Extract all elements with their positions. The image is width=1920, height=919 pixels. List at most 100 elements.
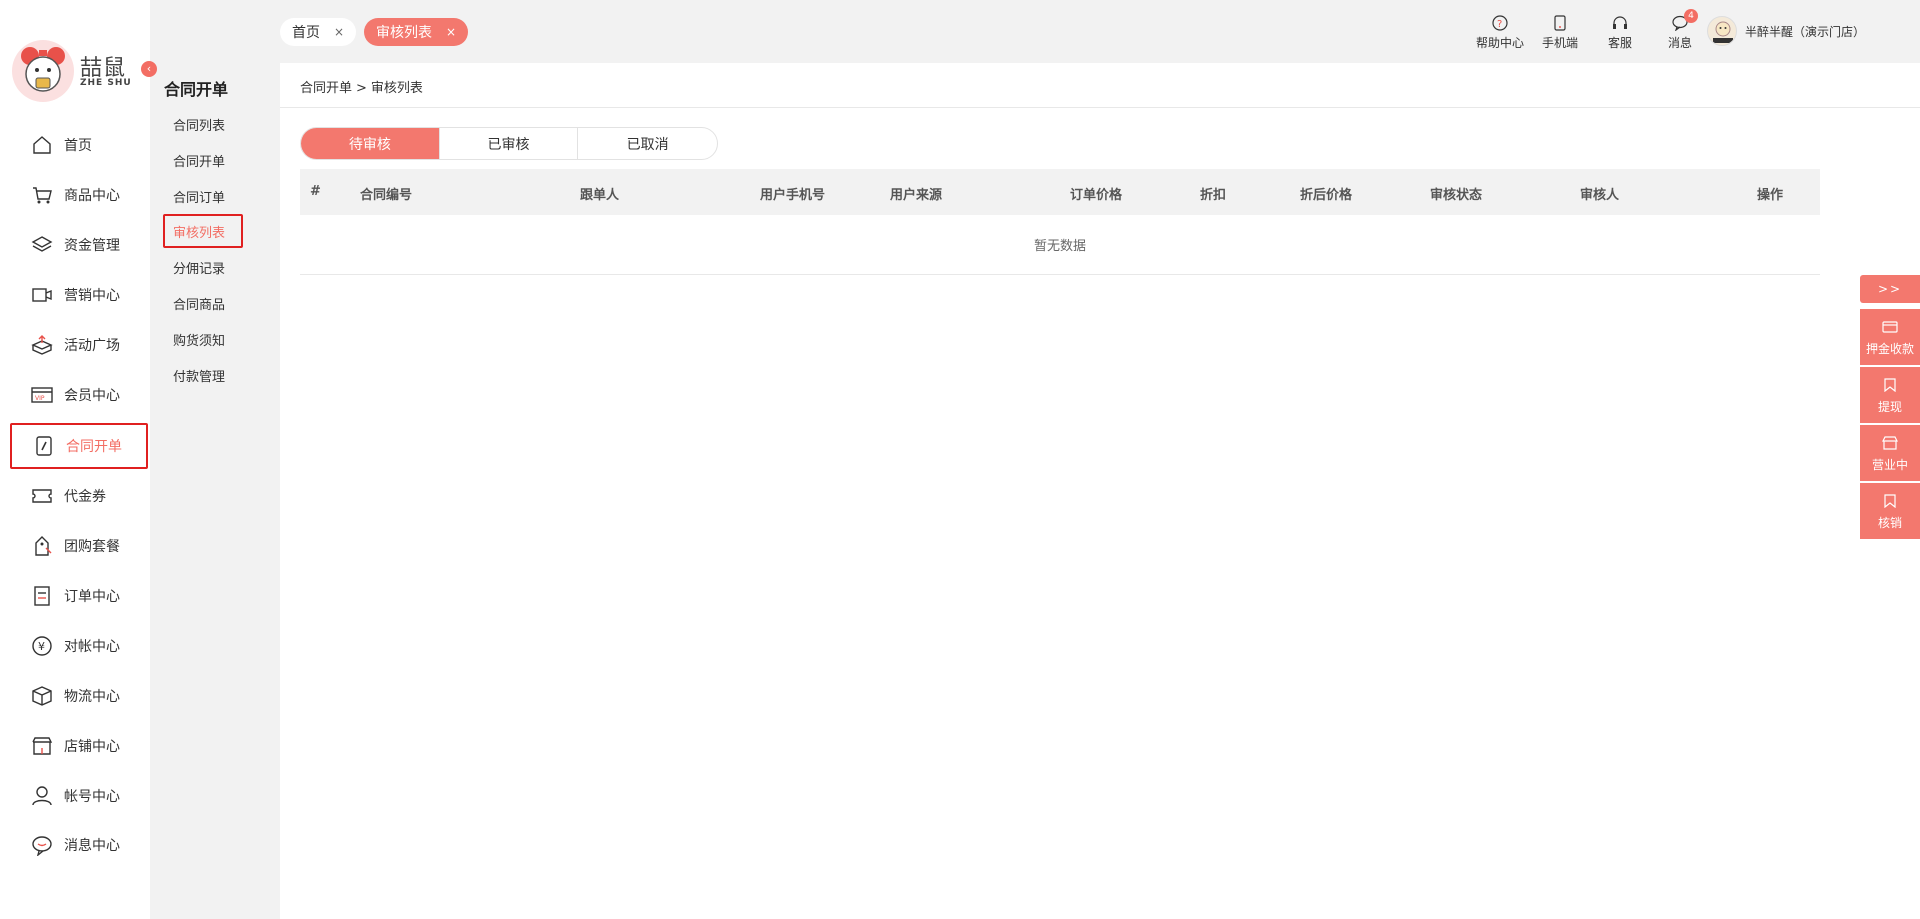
help-center-button[interactable]: ? 帮助中心: [1472, 12, 1528, 51]
sidebar-item-label: 合同开单: [66, 439, 122, 455]
subnav-item-audit-list[interactable]: 审核列表: [163, 214, 243, 248]
mouse-mascot-icon: [12, 40, 74, 102]
subnav-item-contract-list[interactable]: 合同列表: [163, 107, 243, 141]
breadcrumb: 合同开单 > 审核列表: [300, 77, 423, 96]
sidebar-item-reconciliation[interactable]: ¥ 对帐中心: [10, 623, 148, 669]
headset-icon: [1612, 12, 1628, 34]
sidebar-item-label: 店铺中心: [64, 739, 120, 755]
status-tab-group: 待审核 已审核 已取消: [300, 127, 718, 160]
user-icon: [30, 784, 54, 808]
sidebar-item-label: 代金券: [64, 489, 106, 505]
deposit-collect-button[interactable]: 押金收款: [1860, 309, 1920, 367]
sidebar-item-marketing[interactable]: 营销中心: [10, 272, 148, 318]
sidebar-item-label: 订单中心: [64, 589, 120, 605]
sidebar-item-members[interactable]: VIP 会员中心: [10, 372, 148, 418]
sidebar-item-logistics[interactable]: 物流中心: [10, 673, 148, 719]
column-header: 操作: [1757, 188, 1784, 203]
secondary-sidebar: 合同开单 合同列表 合同开单 合同订单 审核列表 分佣记录 合同商品 购货须知 …: [150, 0, 280, 919]
tab-label: 审核列表: [376, 25, 432, 41]
breadcrumb-separator: >: [356, 81, 367, 96]
column-header: 审核状态: [1430, 188, 1483, 203]
tab-pending[interactable]: 待审核: [301, 128, 440, 159]
subnav-item-contract-goods[interactable]: 合同商品: [163, 286, 243, 320]
svg-text:VIP: VIP: [35, 395, 45, 402]
sidebar-item-home[interactable]: 首页: [10, 122, 148, 168]
audit-table: # 合同编号 跟单人 用户手机号 用户来源 订单价格 折扣 折后价格 审核状态 …: [300, 169, 1820, 275]
sidebar-item-label: 物流中心: [64, 689, 120, 705]
sidebar-item-activities[interactable]: 活动广场: [10, 322, 148, 368]
sidebar-item-group-buy[interactable]: 团购套餐: [10, 523, 148, 569]
tab-home[interactable]: 首页 ×: [280, 18, 357, 46]
tab-approved[interactable]: 已审核: [440, 128, 579, 159]
chevron-left-icon[interactable]: ‹: [141, 61, 157, 77]
card-icon: [1882, 318, 1898, 336]
sidebar-item-label: 活动广场: [64, 338, 120, 354]
user-name: 半醉半醒（演示门店）: [1745, 24, 1866, 39]
marketing-icon: [30, 283, 54, 307]
sidebar-item-label: 首页: [64, 138, 92, 154]
sidebar-item-label: 团购套餐: [64, 539, 120, 555]
column-header: #: [310, 184, 321, 199]
floating-quick-panel: >> 押金收款 提现 营业中 核销: [1860, 275, 1920, 541]
tab-cancelled[interactable]: 已取消: [578, 128, 717, 159]
box-arrow-icon: [30, 333, 54, 357]
bookmark-icon: [1883, 376, 1897, 394]
sidebar-item-label: 对帐中心: [64, 639, 120, 655]
verify-button[interactable]: 核销: [1860, 483, 1920, 541]
mobile-icon: [1553, 12, 1567, 34]
breadcrumb-parent[interactable]: 合同开单: [300, 81, 352, 96]
message-icon: 4: [1672, 9, 1698, 34]
cart-icon: [30, 183, 54, 207]
sidebar-item-messages[interactable]: 消息中心: [10, 822, 148, 868]
withdraw-button[interactable]: 提现: [1860, 367, 1920, 425]
sidebar-item-funds[interactable]: 资金管理: [10, 222, 148, 268]
column-header: 订单价格: [1070, 188, 1123, 203]
subnav-item-contract-create[interactable]: 合同开单: [163, 143, 243, 177]
sidebar-item-label: 会员中心: [64, 388, 120, 404]
brand-subtitle: ZHE SHU: [80, 78, 132, 88]
float-label: 核销: [1877, 515, 1902, 530]
sidebar-item-label: 帐号中心: [64, 789, 120, 805]
close-icon[interactable]: ×: [446, 25, 456, 39]
avatar: [1707, 16, 1737, 46]
store-icon: [30, 734, 54, 758]
column-header: 用户来源: [890, 188, 943, 203]
sidebar-item-label: 消息中心: [64, 838, 120, 854]
customer-service-button[interactable]: 客服: [1592, 12, 1648, 51]
subnav-item-contract-orders[interactable]: 合同订单: [163, 179, 243, 213]
sidebar-item-store[interactable]: 店铺中心: [10, 723, 148, 769]
column-header: 合同编号: [360, 188, 413, 203]
tag-icon: [30, 534, 54, 558]
column-header: 折后价格: [1300, 188, 1353, 203]
order-icon: [30, 584, 54, 608]
divider: [280, 107, 1920, 108]
home-icon: [30, 133, 54, 157]
sidebar-item-contract[interactable]: 合同开单: [10, 423, 148, 469]
close-icon[interactable]: ×: [334, 25, 344, 39]
subnav-item-commission[interactable]: 分佣记录: [163, 250, 243, 284]
sidebar-item-orders[interactable]: 订单中心: [10, 573, 148, 619]
column-header: 用户手机号: [760, 188, 826, 203]
float-label: 提现: [1877, 399, 1902, 414]
package-icon: [30, 684, 54, 708]
messages-button[interactable]: 4 消息: [1652, 9, 1708, 51]
main-content: 合同开单 > 审核列表 待审核 已审核 已取消 # 合同编号 跟单人 用户手机号 用…: [280, 63, 1920, 919]
subnav-item-payment[interactable]: 付款管理: [163, 358, 243, 392]
sidebar-item-vouchers[interactable]: 代金券: [10, 473, 148, 519]
chat-icon: [30, 833, 54, 857]
top-header: 首页 × 审核列表 × ? 帮助中心 手机端 客服 4 消息 半醉半醒（演示门店…: [280, 0, 1920, 63]
mobile-button[interactable]: 手机端: [1532, 12, 1588, 51]
sidebar-item-account[interactable]: 帐号中心: [10, 773, 148, 819]
tool-label: 帮助中心: [1475, 36, 1524, 50]
column-header: 审核人: [1580, 188, 1620, 203]
subnav-item-purchase-notice[interactable]: 购货须知: [163, 322, 243, 356]
tab-audit-list[interactable]: 审核列表 ×: [364, 18, 469, 46]
brand-logo[interactable]: 喆鼠 ZHE SHU: [12, 36, 132, 102]
user-menu[interactable]: 半醉半醒（演示门店）: [1707, 16, 1865, 46]
vip-card-icon: VIP: [30, 383, 54, 407]
business-status-button[interactable]: 营业中: [1860, 425, 1920, 483]
tool-label: 客服: [1607, 36, 1632, 50]
sidebar-item-products[interactable]: 商品中心: [10, 172, 148, 218]
contract-icon: [32, 434, 56, 458]
expand-panel-button[interactable]: >>: [1860, 275, 1920, 303]
